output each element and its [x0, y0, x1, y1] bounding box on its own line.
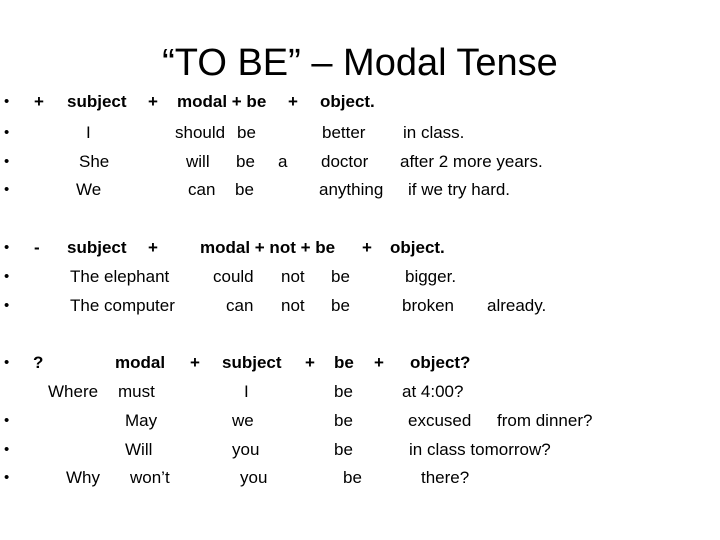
cell-object: there? — [421, 468, 470, 487]
header-plus: + — [374, 353, 384, 372]
cell-extra: from dinner? — [497, 411, 593, 430]
header-plus: + — [288, 92, 298, 111]
cell-modal: won’t — [130, 468, 170, 487]
cell-extra: if we try hard. — [408, 180, 511, 199]
bullet-icon: • — [4, 297, 10, 314]
bullet-icon: • — [4, 469, 10, 486]
cell-object: bigger. — [405, 267, 457, 286]
bullet-icon: • — [4, 354, 10, 371]
cell-subject: The computer — [70, 296, 175, 315]
sign-minus: - — [34, 238, 40, 257]
title-text: “TO BE” – Modal Tense — [162, 42, 558, 84]
cell-modal: can — [188, 180, 216, 199]
cell-be: be — [331, 296, 350, 315]
cell-be: be — [236, 152, 255, 171]
cell-be: be — [237, 123, 256, 142]
cell-be: be — [235, 180, 254, 199]
header-subject: subject — [222, 353, 282, 372]
cell-subject: I — [86, 123, 91, 142]
bullet-icon: • — [4, 239, 10, 256]
header-modal: modal — [115, 353, 166, 372]
cell-object: better — [322, 123, 366, 142]
cell-object: in class tomorrow? — [409, 440, 551, 459]
cell-modal: May — [125, 411, 158, 430]
cell-be: be — [331, 267, 350, 286]
header-be: be — [334, 353, 354, 372]
cell-subject: She — [79, 152, 110, 171]
cell-be: be — [343, 468, 362, 487]
header-subject: subject — [67, 238, 127, 257]
cell-article: a — [278, 152, 288, 171]
cell-modal: will — [186, 152, 210, 171]
cell-subject: we — [232, 411, 254, 430]
cell-extra: after 2 more years. — [400, 152, 543, 171]
header-subject: subject — [67, 92, 127, 111]
header-plus: + — [148, 92, 158, 111]
cell-object: doctor — [321, 152, 369, 171]
cell-object: broken — [402, 296, 454, 315]
cell-extra: in class. — [403, 123, 465, 142]
cell-be: be — [334, 382, 353, 401]
header-plus: + — [305, 353, 315, 372]
bullet-icon: • — [4, 181, 10, 198]
cell-not: not — [281, 267, 305, 286]
cell-subject: you — [232, 440, 260, 459]
header-object: object? — [410, 353, 471, 372]
cell-extra: already. — [487, 296, 547, 315]
cell-subject: The elephant — [70, 267, 170, 286]
cell-be: be — [334, 411, 353, 430]
header-modal-be: modal + be — [177, 92, 267, 111]
cell-subject: We — [76, 180, 102, 199]
cell-modal: should — [175, 123, 226, 142]
header-object: object. — [390, 238, 445, 257]
cell-wh: Why — [66, 468, 100, 487]
bullet-icon: • — [4, 441, 10, 458]
bullet-icon: • — [4, 93, 10, 110]
cell-subject: I — [244, 382, 249, 401]
cell-object: at 4:00? — [402, 382, 464, 401]
bullet-icon: • — [4, 268, 10, 285]
cell-modal: Will — [125, 440, 153, 459]
slide-title: “TO BE” – Modal Tense — [0, 42, 720, 85]
bullet-icon: • — [4, 124, 10, 141]
header-object: object. — [320, 92, 375, 111]
bullet-icon: • — [4, 412, 10, 429]
header-plus: + — [362, 238, 372, 257]
cell-modal: can — [226, 296, 254, 315]
header-modal-not-be: modal + not + be — [200, 238, 336, 257]
cell-be: be — [334, 440, 353, 459]
cell-modal: must — [118, 382, 155, 401]
header-plus: + — [148, 238, 158, 257]
cell-modal: could — [213, 267, 254, 286]
cell-subject: you — [240, 468, 268, 487]
cell-object: anything — [319, 180, 384, 199]
cell-not: not — [281, 296, 305, 315]
cell-wh: Where — [48, 382, 99, 401]
cell-object: excused — [408, 411, 472, 430]
bullet-icon: • — [4, 153, 10, 170]
sign-plus: + — [34, 92, 44, 111]
header-plus: + — [190, 353, 200, 372]
sign-question: ? — [33, 353, 44, 372]
